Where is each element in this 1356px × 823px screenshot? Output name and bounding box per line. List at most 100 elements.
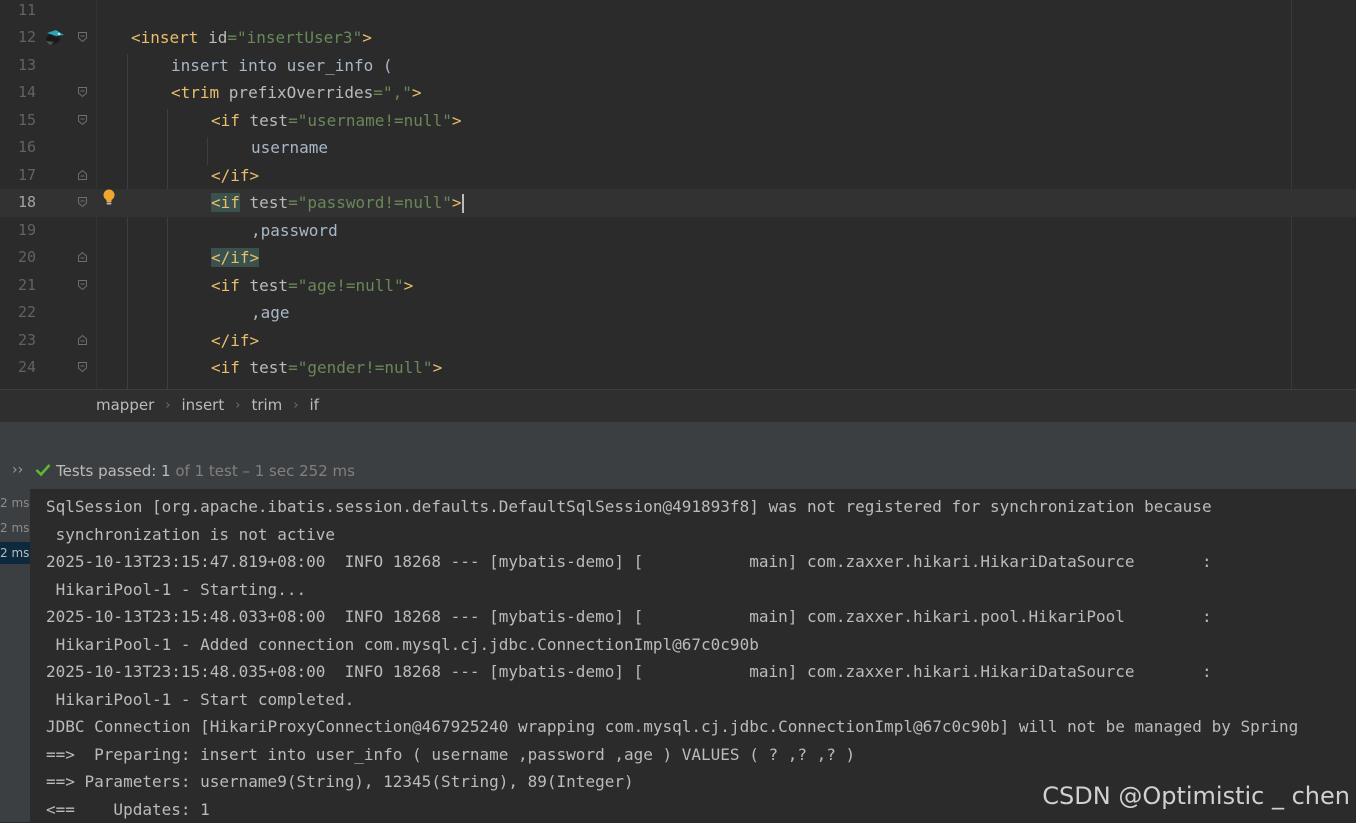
fold-open-icon[interactable] — [78, 87, 87, 96]
xml-tag-matched: <if — [211, 193, 240, 212]
fold-open-icon[interactable] — [78, 32, 87, 41]
code-line[interactable]: 14 <trim prefixOverrides=","> — [0, 79, 1356, 107]
xml-tag: <if — [211, 358, 250, 377]
line-number: 19 — [0, 217, 36, 245]
code-line[interactable]: 23 </if> — [0, 327, 1356, 355]
line-number: 23 — [0, 327, 36, 355]
console-line: ==> Preparing: insert into user_info ( u… — [46, 741, 855, 769]
lightbulb-icon[interactable] — [101, 188, 117, 210]
test-timing[interactable]: 2 ms — [0, 492, 30, 514]
sql-text: ,age — [251, 303, 290, 322]
code-line[interactable]: 16 username — [0, 134, 1356, 162]
xml-attribute: test — [250, 193, 289, 212]
equals-sign: = — [288, 111, 298, 130]
line-number: 15 — [0, 107, 36, 135]
xml-tag-end: > — [412, 83, 422, 102]
line-number: 12 — [0, 24, 36, 52]
check-icon — [35, 463, 51, 481]
equals-sign: = — [373, 83, 383, 102]
code-line[interactable]: 19 ,password — [0, 217, 1356, 245]
code-line[interactable]: 21 <if test="age!=null"> — [0, 272, 1356, 300]
tests-duration: of 1 test – 1 sec 252 ms — [171, 462, 355, 480]
fold-open-icon[interactable] — [78, 362, 87, 371]
sql-text: insert into user_info ( — [171, 56, 393, 75]
test-timing-selected[interactable]: 2 ms — [0, 542, 30, 564]
code-line[interactable]: 22 ,age — [0, 299, 1356, 327]
equals-sign: = — [288, 193, 298, 212]
equals-sign: = — [288, 358, 298, 377]
console-output[interactable]: SqlSession [org.apache.ibatis.session.de… — [30, 489, 1356, 822]
console-line: HikariPool-1 - Start completed. — [46, 686, 354, 714]
mybatis-bird-icon[interactable] — [44, 27, 66, 51]
sql-text: ,password — [251, 221, 338, 240]
console-line: <== Updates: 1 — [46, 796, 210, 823]
expand-chevron-icon[interactable]: ›› — [12, 462, 23, 478]
line-number: 21 — [0, 272, 36, 300]
line-number: 14 — [0, 79, 36, 107]
xml-tag-end: > — [452, 111, 462, 130]
test-tree-panel: 2 ms 2 ms 2 ms — [0, 489, 30, 822]
breadcrumb: mapper › insert › trim › if — [0, 389, 1356, 423]
xml-value: "," — [383, 83, 412, 102]
xml-closing-tag: </if> — [211, 331, 259, 350]
xml-tag-end: > — [362, 28, 372, 47]
xml-value: "age!=null" — [298, 276, 404, 295]
code-editor[interactable]: 11 12 <insert id="insertUser3"> 13 inser… — [0, 0, 1356, 389]
test-timing[interactable]: 2 ms — [0, 517, 30, 539]
fold-open-icon[interactable] — [78, 115, 87, 124]
fold-open-icon[interactable] — [78, 280, 87, 289]
xml-tag-end: > — [404, 276, 414, 295]
xml-closing-tag: </if> — [211, 166, 259, 185]
xml-tag: <if — [211, 276, 250, 295]
xml-tag: <trim — [171, 83, 229, 102]
code-line[interactable]: 12 <insert id="insertUser3"> — [0, 24, 1356, 52]
breadcrumb-item-insert[interactable]: insert — [181, 390, 224, 421]
fold-open-icon[interactable] — [78, 197, 87, 206]
fold-close-icon[interactable] — [78, 335, 87, 344]
code-line-current[interactable]: 18 <if test="password!=null"> — [0, 189, 1356, 217]
code-line[interactable]: 15 <if test="username!=null"> — [0, 107, 1356, 135]
code-line[interactable]: 20 </if> — [0, 244, 1356, 272]
console-line: 2025-10-13T23:15:48.033+08:00 INFO 18268… — [46, 603, 1212, 631]
xml-closing-tag-matched: </if> — [211, 248, 259, 267]
watermark: CSDN @Optimistic _ chen — [1042, 782, 1350, 810]
xml-value: "password!=null" — [298, 193, 452, 212]
code-line[interactable]: 13 insert into user_info ( — [0, 52, 1356, 80]
test-result-summary: Tests passed: 1 of 1 test – 1 sec 252 ms — [56, 462, 355, 480]
line-number: 16 — [0, 134, 36, 162]
breadcrumb-item-mapper[interactable]: mapper — [96, 390, 154, 421]
console-line: SqlSession [org.apache.ibatis.session.de… — [46, 493, 1212, 521]
xml-attribute: test — [250, 276, 289, 295]
console-line: 2025-10-13T23:15:47.819+08:00 INFO 18268… — [46, 548, 1212, 576]
code-line[interactable]: 17 </if> — [0, 162, 1356, 190]
breadcrumb-separator-icon: › — [293, 390, 298, 421]
console-line: ==> Parameters: username9(String), 12345… — [46, 768, 634, 796]
code-line[interactable]: 11 — [0, 0, 1356, 25]
xml-tag: <if — [211, 111, 250, 130]
xml-attribute: id — [208, 28, 227, 47]
xml-tag-end: > — [433, 358, 443, 377]
line-number: 22 — [0, 299, 36, 327]
breadcrumb-separator-icon: › — [165, 390, 170, 421]
breadcrumb-item-trim[interactable]: trim — [251, 390, 282, 421]
xml-attribute: test — [250, 111, 289, 130]
xml-attribute: test — [250, 358, 289, 377]
xml-value: "gender!=null" — [298, 358, 433, 377]
tests-passed-count: 1 — [161, 462, 171, 480]
line-number: 20 — [0, 244, 36, 272]
xml-tag-end: > — [452, 193, 462, 212]
test-status-bar: ›› Tests passed: 1 of 1 test – 1 sec 252… — [0, 455, 1356, 489]
breadcrumb-item-if[interactable]: if — [309, 390, 318, 421]
xml-value: "username!=null" — [298, 111, 452, 130]
fold-close-icon[interactable] — [78, 252, 87, 261]
line-number: 13 — [0, 52, 36, 80]
tool-window-header — [0, 423, 1356, 455]
equals-sign: = — [288, 276, 298, 295]
console-line: HikariPool-1 - Added connection com.mysq… — [46, 631, 759, 659]
code-line[interactable]: 24 <if test="gender!=null"> — [0, 354, 1356, 382]
fold-close-icon[interactable] — [78, 170, 87, 179]
text-caret — [462, 194, 464, 213]
tests-passed-label: Tests passed: — [56, 462, 161, 480]
breadcrumb-separator-icon: › — [235, 390, 240, 421]
console-line: HikariPool-1 - Starting... — [46, 576, 306, 604]
